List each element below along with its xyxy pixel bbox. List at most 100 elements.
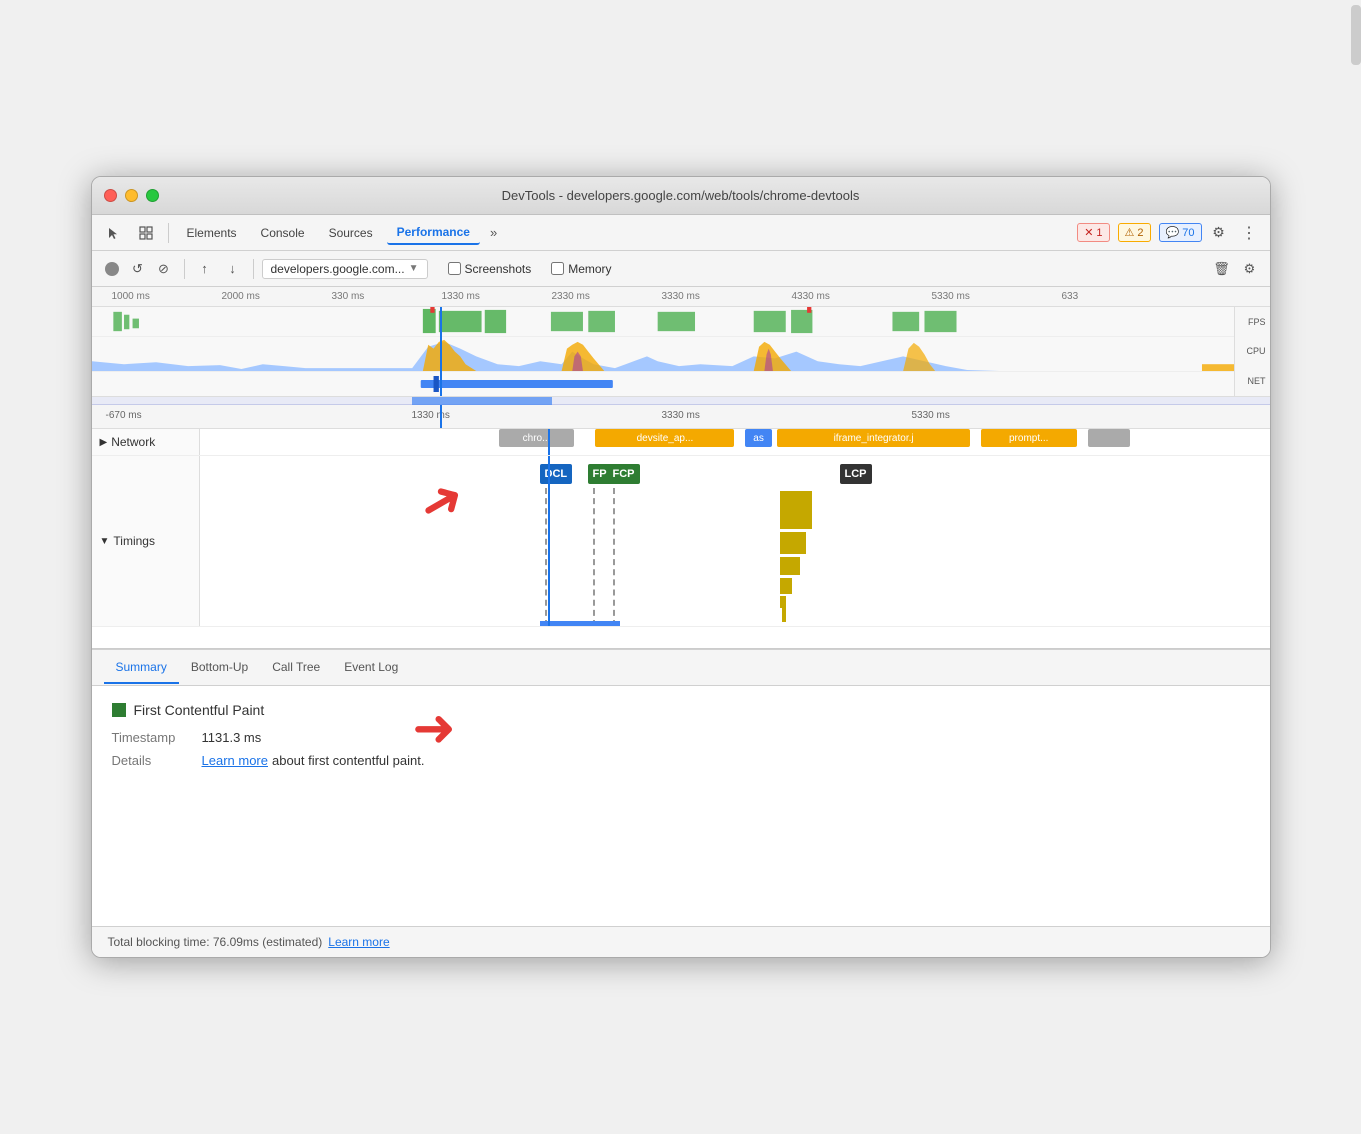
tab-call-tree[interactable]: Call Tree [260,652,332,684]
ruler-tick-0: 1000 ms [112,291,150,302]
url-selector[interactable]: developers.google.com... ▼ [262,259,428,279]
network-label-text: Network [111,435,155,449]
toolbar-divider2 [253,259,254,279]
close-button[interactable] [104,189,117,202]
warning-badge[interactable]: ⚠ 2 [1118,223,1151,242]
chart-area: FPS CPU NET [92,307,1270,397]
timing-lcp-badge[interactable]: LCP [840,464,872,484]
fp-dashed-line [593,488,595,626]
fcp-dashed-line [613,488,615,626]
clear-button[interactable]: 🗑 [1210,257,1234,281]
network-track-content: chro... devsite_ap... as iframe_integrat… [200,429,1270,455]
overview-ruler: 1000 ms 2000 ms 330 ms 1330 ms 2330 ms 3… [92,287,1270,307]
network-chip-3[interactable]: iframe_integrator.j [777,429,970,447]
capture-settings-icon[interactable]: ⚙ [1238,257,1262,281]
tab-bar: Elements Console Sources Performance » ✕… [92,215,1270,251]
summary-panel: First Contentful Paint ➜ Timestamp 1131.… [92,686,1270,926]
memory-checkbox-area[interactable]: Memory [551,262,611,276]
network-chip-1[interactable]: devsite_ap... [595,429,734,447]
tab-summary[interactable]: Summary [104,652,179,684]
network-chip-2[interactable]: as [745,429,772,447]
track-area[interactable]: ▶ Network chro... devsite_ap... as ifram… [92,429,1270,649]
details-row: Details Learn more about first contentfu… [112,753,1250,768]
record-dot [105,262,119,276]
footer: Total blocking time: 76.09ms (estimated)… [92,926,1270,957]
timings-label-text: Timings [113,534,155,548]
timings-track-label[interactable]: ▼ Timings [92,456,200,626]
fps-chart [92,307,1234,336]
fps-label: FPS [1248,317,1266,327]
network-selection-line [548,429,550,455]
lcp-block-3[interactable] [780,557,800,575]
tab-console[interactable]: Console [251,222,315,244]
network-chip-4[interactable]: prompt... [981,429,1077,447]
lcp-block-1[interactable] [780,491,812,529]
url-text: developers.google.com... [271,262,405,276]
timestamp-row: Timestamp 1131.3 ms [112,730,1250,745]
timings-track-content: ➜ DCL FP FCP LCP [200,456,1270,626]
tab-elements[interactable]: Elements [177,222,247,244]
lcp-block-2[interactable] [780,532,806,554]
window-controls [104,189,159,202]
footer-text: Total blocking time: 76.09ms (estimated) [108,935,323,949]
selection-line [440,307,442,396]
record-controls: ↺ ⊘ [100,257,176,281]
ruler-tick-6: 4330 ms [792,291,830,302]
reload-button[interactable]: ↺ [126,257,150,281]
network-expand-icon: ▶ [100,437,108,448]
network-track-label[interactable]: ▶ Network [92,429,200,455]
timing-dcl-badge[interactable]: DCL [540,464,573,484]
more-tabs-icon[interactable]: » [484,225,503,240]
learn-more-link[interactable]: Learn more [202,753,268,768]
screenshots-label: Screenshots [465,262,532,276]
more-options-icon[interactable]: ⋮ [1236,220,1262,246]
record-button[interactable] [100,257,124,281]
lcp-block-text: l... [782,608,786,622]
upload-icon[interactable]: ↑ [193,257,217,281]
lcp-block-5[interactable] [780,596,786,608]
summary-title: First Contentful Paint ➜ [112,702,1250,718]
timings-red-arrow: ➜ [409,469,473,536]
footer-learn-more-link[interactable]: Learn more [328,935,389,949]
summary-title-text: First Contentful Paint [134,702,265,718]
warning-icon: ⚠ [1125,226,1135,239]
message-count: 70 [1182,227,1194,239]
settings-icon[interactable]: ⚙ [1206,220,1232,246]
stop-button[interactable]: ⊘ [152,257,176,281]
screenshots-checkbox[interactable] [448,262,461,275]
minimize-button[interactable] [125,189,138,202]
timestamp-label: Timestamp [112,730,202,745]
divider [168,223,169,243]
fcp-color-swatch [112,703,126,717]
lcp-block-4[interactable] [780,578,792,594]
network-chip-0[interactable]: chro... [499,429,574,447]
cpu-track [92,337,1234,372]
tab-sources[interactable]: Sources [319,222,383,244]
ruler-tick-3: 1330 ms [442,291,480,302]
ruler-tick-2: 330 ms [332,291,365,302]
tab-event-log[interactable]: Event Log [332,652,410,684]
cpu-label: CPU [1246,346,1265,356]
url-dropdown-icon: ▼ [409,263,419,274]
tab-performance[interactable]: Performance [387,221,480,245]
screenshots-checkbox-area[interactable]: Screenshots [448,262,532,276]
timing-fcp-badge[interactable]: FCP [608,464,640,484]
window-title: DevTools - developers.google.com/web/too… [502,188,860,203]
cpu-chart [92,337,1234,371]
error-count: 1 [1096,227,1102,239]
network-chip-5[interactable] [1088,429,1131,447]
net-label: NET [1248,376,1266,386]
inspect-icon[interactable] [132,219,160,247]
timings-selection-range [540,621,620,626]
tab-bottom-up[interactable]: Bottom-Up [179,652,260,684]
performance-toolbar: ↺ ⊘ ↑ ↓ developers.google.com... ▼ Scree… [92,251,1270,287]
ruler-tick-7: 5330 ms [932,291,970,302]
error-icon: ✕ [1084,226,1093,239]
memory-checkbox[interactable] [551,262,564,275]
download-icon[interactable]: ↓ [221,257,245,281]
cursor-icon[interactable] [100,219,128,247]
timings-selection-line [548,456,550,626]
error-badge[interactable]: ✕ 1 [1077,223,1109,242]
maximize-button[interactable] [146,189,159,202]
message-badge[interactable]: 💬 70 [1159,223,1202,242]
